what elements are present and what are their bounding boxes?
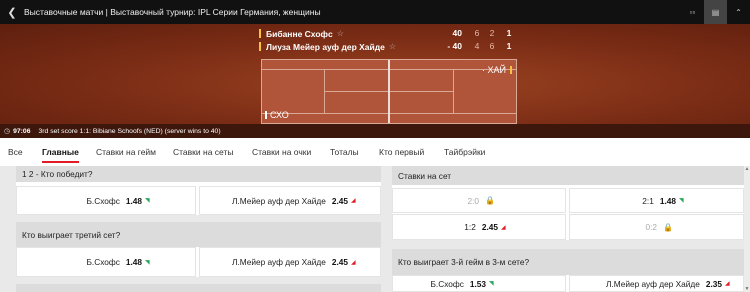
tab-point-bets[interactable]: Ставки на очки [252, 138, 311, 166]
odd-button-player1[interactable]: Б.Схофс 1.53 ◥ [392, 275, 566, 292]
favorite-star-icon[interactable]: ☆ [389, 42, 396, 51]
court-left-label: СХО [265, 110, 289, 120]
match-status: 3rd set score 1:1: Bibiane Schoofs (NED)… [38, 127, 221, 135]
odd-button-player1[interactable]: Б.Схофс 1.48 ◥ [16, 247, 196, 277]
scrollbar[interactable]: ▲ ▼ [744, 166, 750, 292]
favorite-star-icon[interactable]: ☆ [337, 29, 344, 38]
tab-tiebreaks[interactable]: Тайбрэйки [444, 138, 485, 166]
trend-up-icon: ◥ [145, 259, 150, 266]
market-title: Кто выиграет 3-й гейм в 3-м сете? [392, 249, 744, 275]
server-indicator [259, 42, 261, 51]
market-winner: 1 2 - Кто победит? Б.Схофс 1.48 ◥ Л.Мейер … [16, 166, 381, 215]
odd-button-player2[interactable]: Л.Мейер ауф дер Хайде 2.45 ◢ [199, 247, 381, 277]
player1-points: 40 [452, 28, 462, 38]
match-time: 97:06 [13, 127, 31, 135]
odd-button-player2[interactable]: Л.Мейер ауф дер Хайде 2.45 ◢ [199, 186, 381, 215]
odd-button-2-0: 2:0 🔒 [392, 188, 566, 213]
court-right-label: · ХАЙ [482, 65, 512, 75]
scroll-down-icon[interactable]: ▼ [744, 286, 750, 292]
chevron-left-icon[interactable]: ❮ [0, 6, 24, 19]
player2-row: Лиуза Мейер ауф дер Хайде ☆ [259, 40, 396, 53]
player1-set2: 2 [489, 28, 495, 38]
player2-set3: 1 [506, 41, 512, 51]
trend-up-icon: ◥ [679, 198, 684, 204]
lock-icon: 🔒 [663, 222, 673, 232]
player1-row: Бибанне Схофс ☆ [259, 27, 344, 40]
market-set-bet: Ставки на сет 2:0 🔒 2:1 1.48 ◥ 1:2 2.45 ◢ 0:2… [392, 166, 744, 240]
market-next [16, 284, 381, 292]
lock-icon: 🔒 [485, 196, 495, 205]
collapse-icon[interactable]: ⌃ [727, 0, 750, 24]
tab-set-bets[interactable]: Ставки на сеты [173, 138, 234, 166]
trend-down-icon: ◢ [725, 281, 730, 287]
player1-name: Бибанне Схофс [266, 28, 333, 39]
scroll-up-icon[interactable]: ▲ [744, 166, 750, 172]
market-tabs: Все Главные Ставки на гейм Ставки на сет… [0, 138, 750, 166]
odd-button-1-2[interactable]: 1:2 2.45 ◢ [392, 214, 566, 240]
player2-set1: 4 [474, 41, 480, 51]
split-view-icon[interactable]: ▫▫ [681, 0, 704, 24]
market-game3: Кто выиграет 3-й гейм в 3-м сете? Б.Схоф… [392, 249, 744, 292]
column-divider [384, 166, 392, 292]
scoreboard: Бибанне Схофс ☆ 40 6 2 1 Лиуза Мейер ауф… [0, 24, 750, 124]
trend-down-icon: ◢ [351, 198, 356, 204]
tab-game-bets[interactable]: Ставки на гейм [96, 138, 156, 166]
tab-main[interactable]: Главные [42, 138, 79, 166]
server-indicator [259, 29, 261, 38]
top-bar: ❮ Выставочные матчи | Выставочный турнир… [0, 0, 750, 24]
odd-button-player2[interactable]: Л.Мейер ауф дер Хайде 2.35 ◢ [569, 275, 744, 292]
player1-set1: 6 [474, 28, 480, 38]
trend-up-icon: ◥ [145, 198, 150, 204]
market-title: Кто выиграет третий сет? [16, 222, 381, 247]
tab-totals[interactable]: Тоталы [330, 138, 359, 166]
trend-up-icon: ◥ [489, 281, 494, 287]
market-title: 1 2 - Кто победит? [16, 166, 381, 182]
trend-down-icon: ◢ [501, 224, 506, 231]
tab-all[interactable]: Все [8, 138, 23, 166]
player2-points: - 40 [447, 41, 462, 51]
odd-button-player1[interactable]: Б.Схофс 1.48 ◥ [16, 186, 196, 215]
trend-down-icon: ◢ [351, 259, 356, 266]
odd-button-2-1[interactable]: 2:1 1.48 ◥ [569, 188, 744, 213]
breadcrumb: Выставочные матчи | Выставочный турнир: … [24, 7, 321, 17]
tennis-court: СХО · ХАЙ [261, 59, 517, 124]
clock-icon: ◷ [4, 128, 11, 135]
player1-set3: 1 [506, 28, 512, 38]
scoreboard-icon[interactable]: ▤ [704, 0, 727, 24]
player2-name: Лиуза Мейер ауф дер Хайде [266, 41, 385, 52]
player2-set2: 6 [489, 41, 495, 51]
status-bar: ◷ 97:06 3rd set score 1:1: Bibiane Schoo… [0, 124, 750, 138]
tab-who-first[interactable]: Кто первый [379, 138, 424, 166]
market-title: Ставки на сет [392, 166, 744, 185]
market-third-set: Кто выиграет третий сет? Б.Схофс 1.48 ◥ Л.… [16, 222, 381, 277]
odd-button-0-2: 0:2 🔒 [569, 214, 744, 240]
